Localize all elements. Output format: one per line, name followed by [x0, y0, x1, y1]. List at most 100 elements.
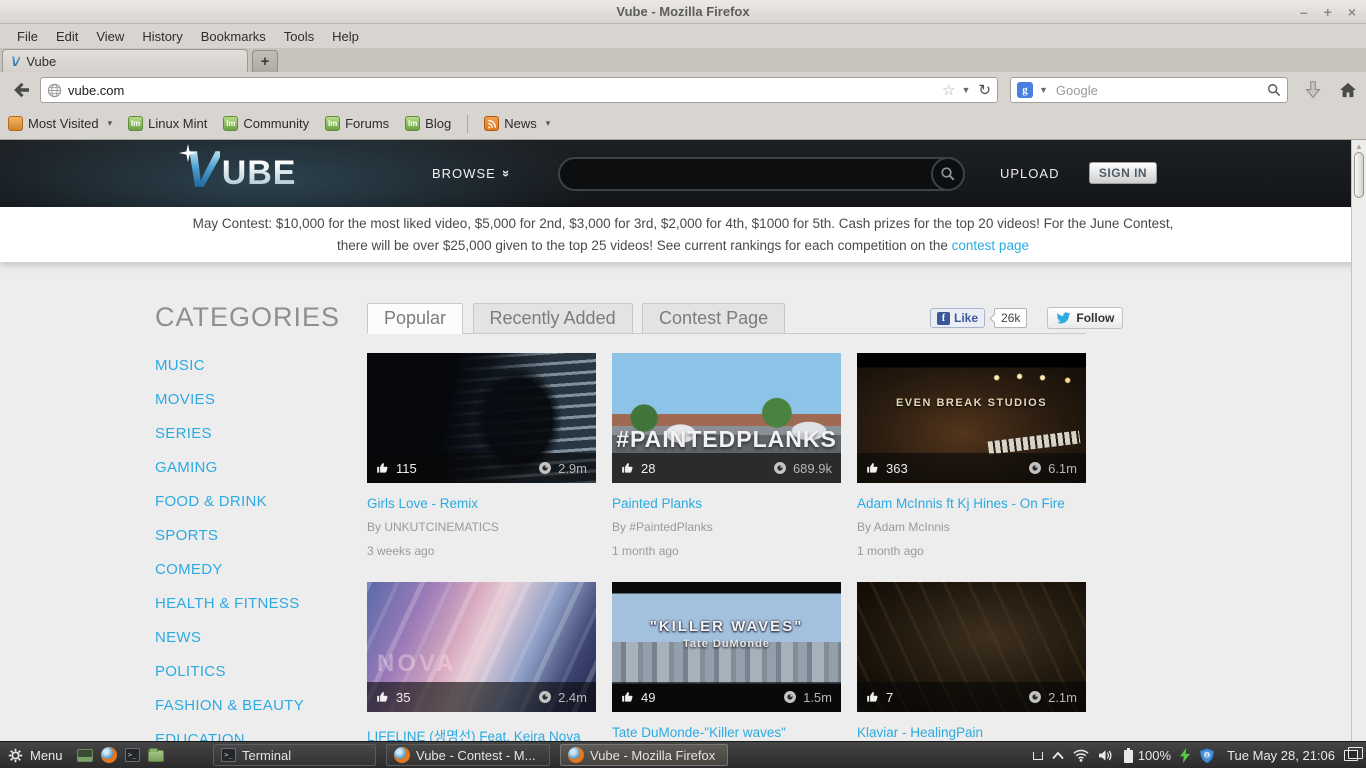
browse-label: BROWSE: [432, 166, 496, 181]
bookmark-most-visited[interactable]: Most Visited: [8, 116, 112, 131]
category-movies[interactable]: MOVIES: [155, 391, 365, 408]
sign-in-button[interactable]: SIGN IN: [1089, 162, 1157, 184]
menu-button[interactable]: Menu: [8, 748, 63, 763]
firefox-launcher-icon[interactable]: [101, 747, 117, 763]
twitter-follow-button[interactable]: Follow: [1047, 307, 1123, 329]
video-title[interactable]: Tate DuMonde-"Killer waves": [612, 725, 841, 740]
url-bar[interactable]: vube.com ☆ ▼ ↻: [40, 77, 998, 103]
shield-icon[interactable]: i: [1199, 748, 1215, 764]
category-health-fitness[interactable]: HEALTH & FITNESS: [155, 595, 365, 612]
taskbar-window-vube-active[interactable]: Vube - Mozilla Firefox: [560, 744, 728, 766]
video-thumbnail[interactable]: "KILLER WAVES" Tate DuMonde 49 1.5m: [612, 582, 841, 712]
category-gaming[interactable]: GAMING: [155, 459, 365, 476]
vube-logo[interactable]: V UBE: [185, 148, 296, 192]
clock[interactable]: Tue May 28, 21:06: [1227, 748, 1335, 763]
engine-dropdown-icon[interactable]: ▼: [1039, 85, 1048, 95]
bookmark-forums[interactable]: lm Forums: [325, 116, 389, 131]
site-search-button[interactable]: [931, 157, 965, 191]
video-title[interactable]: Adam McInnis ft Kj Hines - On Fire: [857, 496, 1086, 511]
files-launcher-icon[interactable]: [148, 750, 164, 762]
views-count: 2.4m: [538, 690, 587, 705]
maximize-button[interactable]: +: [1324, 0, 1332, 24]
bookmarks-toolbar: Most Visited lm Linux Mint lm Community …: [0, 108, 1366, 140]
new-tab-button[interactable]: +: [252, 50, 278, 72]
thumbnail-caption: #PAINTEDPLANKS: [612, 426, 841, 453]
thumbs-up-icon: [866, 461, 880, 475]
category-sports[interactable]: SPORTS: [155, 527, 365, 544]
browser-scrollbar[interactable]: ▲: [1351, 140, 1366, 741]
menu-file[interactable]: File: [8, 29, 47, 44]
search-bar[interactable]: g ▼ Google: [1010, 77, 1288, 103]
minimize-button[interactable]: –: [1300, 0, 1308, 24]
video-thumbnail[interactable]: 7 2.1m: [857, 582, 1086, 712]
video-thumbnail[interactable]: #PAINTEDPLANKS 28 689.9k: [612, 353, 841, 483]
taskbar-window-contest[interactable]: Vube - Contest - M...: [386, 744, 550, 766]
category-comedy[interactable]: COMEDY: [155, 561, 365, 578]
wifi-icon[interactable]: [1073, 749, 1089, 762]
upload-link[interactable]: UPLOAD: [1000, 140, 1059, 207]
menu-tools[interactable]: Tools: [275, 29, 323, 44]
battery-indicator[interactable]: 100%: [1122, 748, 1171, 763]
category-music[interactable]: MUSIC: [155, 357, 365, 374]
bookmark-blog[interactable]: lm Blog: [405, 116, 451, 131]
video-title[interactable]: Klaviar - HealingPain: [857, 725, 1086, 740]
bookmark-news[interactable]: News: [484, 116, 550, 131]
category-series[interactable]: SERIES: [155, 425, 365, 442]
menu-edit[interactable]: Edit: [47, 29, 87, 44]
video-title[interactable]: Girls Love - Remix: [367, 496, 596, 511]
menu-view[interactable]: View: [87, 29, 133, 44]
google-engine-icon[interactable]: g: [1017, 82, 1033, 98]
close-button[interactable]: ×: [1348, 0, 1356, 24]
menu-help[interactable]: Help: [323, 29, 368, 44]
url-text[interactable]: vube.com: [68, 83, 938, 98]
taskbar-window-label: Terminal: [242, 748, 291, 763]
search-magnifier-icon[interactable]: [1267, 83, 1281, 97]
url-dropdown-icon[interactable]: ▼: [962, 85, 971, 95]
thumbnail-overlay: 49 1.5m: [612, 682, 841, 712]
scrollbar-up-icon[interactable]: ▲: [1355, 142, 1363, 151]
video-thumbnail[interactable]: NOVA 35 2.4m: [367, 582, 596, 712]
dock-indicator-icon[interactable]: [1033, 752, 1043, 760]
contest-page-link[interactable]: contest page: [952, 238, 1029, 253]
video-thumbnail[interactable]: EVEN BREAK STUDIOS 363 6.1m: [857, 353, 1086, 483]
like-label: Like: [954, 311, 978, 325]
download-button[interactable]: [1302, 79, 1324, 101]
browse-menu[interactable]: BROWSE »: [432, 140, 510, 207]
scrollbar-thumb[interactable]: [1354, 152, 1364, 198]
bookmark-community[interactable]: lm Community: [223, 116, 309, 131]
thumbnail-subcaption: Tate DuMonde: [612, 638, 841, 650]
chevron-up-icon[interactable]: [1052, 751, 1064, 760]
views-count: 1.5m: [783, 690, 832, 705]
tab-contest-page[interactable]: Contest Page: [642, 303, 785, 334]
video-title[interactable]: Painted Planks: [612, 496, 841, 511]
browser-tab-vube[interactable]: V Vube: [2, 49, 248, 72]
menu-bookmarks[interactable]: Bookmarks: [192, 29, 275, 44]
home-button[interactable]: [1338, 80, 1358, 100]
firefox-icon: [568, 747, 584, 763]
terminal-launcher-icon[interactable]: >_: [125, 748, 140, 762]
category-food-drink[interactable]: FOOD & DRINK: [155, 493, 365, 510]
window-titlebar[interactable]: Vube - Mozilla Firefox – + ×: [0, 0, 1366, 24]
show-desktop-icon[interactable]: [77, 749, 93, 762]
social-buttons: f Like 26k Follow: [930, 307, 1123, 329]
menu-history[interactable]: History: [133, 29, 191, 44]
facebook-like-button[interactable]: f Like: [930, 308, 985, 328]
category-politics[interactable]: POLITICS: [155, 663, 365, 680]
back-button[interactable]: [10, 78, 34, 102]
search-placeholder[interactable]: Google: [1056, 83, 1267, 98]
category-fashion-beauty[interactable]: FASHION & BEAUTY: [155, 697, 365, 714]
views-count: 2.9m: [538, 461, 587, 476]
bookmark-star-icon[interactable]: ☆: [942, 81, 955, 99]
taskbar-window-terminal[interactable]: >_ Terminal: [213, 744, 376, 766]
site-search-input[interactable]: [558, 157, 965, 191]
tab-popular[interactable]: Popular: [367, 303, 463, 334]
video-thumbnail[interactable]: 115 2.9m: [367, 353, 596, 483]
volume-icon[interactable]: [1098, 749, 1113, 762]
category-news[interactable]: NEWS: [155, 629, 365, 646]
window-stack-icon[interactable]: [1344, 750, 1358, 761]
tab-recently-added[interactable]: Recently Added: [473, 303, 633, 334]
reload-icon[interactable]: ↻: [978, 81, 991, 99]
bookmark-linux-mint[interactable]: lm Linux Mint: [128, 116, 207, 131]
video-card: "KILLER WAVES" Tate DuMonde 49 1.5m Tate…: [612, 582, 841, 740]
thumbnail-overlay: 7 2.1m: [857, 682, 1086, 712]
